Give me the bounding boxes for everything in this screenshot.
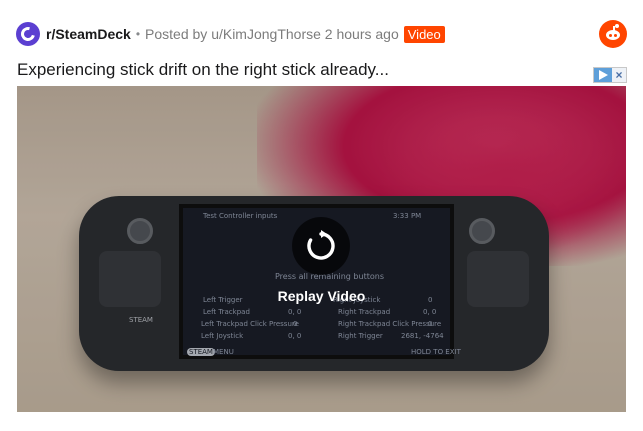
replay-icon [307,230,335,260]
separator-dot: • [135,27,141,41]
replay-button[interactable] [292,217,350,275]
ad-controls: × [593,67,627,83]
post-meta: Posted by u/KimJongThorse 2 hours ago [145,26,399,42]
subreddit-link[interactable]: r/SteamDeck [46,26,131,42]
posted-by-label: Posted by [145,26,208,42]
close-icon[interactable]: × [612,68,626,82]
steamdeck-logo-icon[interactable] [16,22,40,46]
ad-choices-icon[interactable] [594,68,612,82]
author-link[interactable]: u/KimJongThorse [211,26,321,42]
reddit-logo-icon[interactable] [599,20,627,48]
post-header: r/SteamDeck • Posted by u/KimJongThorse … [16,20,627,48]
video-badge: Video [403,25,445,43]
replay-label[interactable]: Replay Video [17,288,626,304]
post-title[interactable]: Experiencing stick drift on the right st… [17,60,389,80]
post-time: 2 hours ago [324,26,399,42]
video-player[interactable]: STEAM Test Controller inputs 3:33 PM Pre… [17,86,626,412]
